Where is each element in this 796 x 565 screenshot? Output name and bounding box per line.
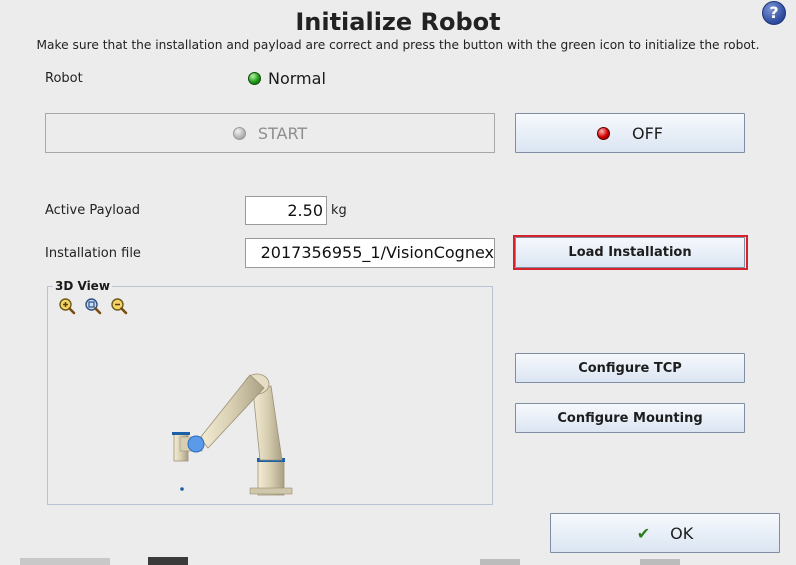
help-button[interactable]: ? xyxy=(762,1,786,25)
off-red-led-icon xyxy=(597,126,610,140)
start-button[interactable]: START xyxy=(45,113,495,153)
zoom-in-icon[interactable] xyxy=(58,297,76,315)
configure-tcp-button[interactable]: Configure TCP xyxy=(515,353,745,383)
status-green-led-icon xyxy=(248,72,261,85)
configure-mounting-button[interactable]: Configure Mounting xyxy=(515,403,745,433)
background-window-edge xyxy=(20,557,680,565)
payload-label: Active Payload xyxy=(45,203,141,218)
page-title: Initialize Robot xyxy=(295,8,501,36)
payload-input[interactable]: 2.50 xyxy=(245,196,327,225)
robot-status-text: Normal xyxy=(268,69,326,88)
ok-button[interactable]: ✔ OK xyxy=(550,513,780,553)
robot-status: Normal xyxy=(248,69,326,88)
payload-unit: kg xyxy=(331,203,347,218)
installation-file-value: 2017356955_1/VisionCognex xyxy=(260,243,494,262)
page-subtitle: Make sure that the installation and payl… xyxy=(36,38,760,52)
zoom-out-icon[interactable] xyxy=(110,297,128,315)
robot-label: Robot xyxy=(45,71,83,86)
load-installation-button[interactable]: Load Installation xyxy=(515,237,745,268)
ok-button-label: OK xyxy=(670,523,694,543)
help-icon: ? xyxy=(769,3,779,22)
zoom-fit-icon[interactable] xyxy=(84,297,102,315)
off-button[interactable]: OFF xyxy=(515,113,745,153)
3d-view-label: 3D View xyxy=(53,279,112,293)
installation-label: Installation file xyxy=(45,246,141,261)
robot-arm-model xyxy=(172,373,293,496)
installation-file-field[interactable]: 2017356955_1/VisionCognex xyxy=(245,238,495,268)
start-gray-led-icon xyxy=(232,126,246,140)
checkmark-icon: ✔ xyxy=(636,523,651,543)
off-button-label: OFF xyxy=(632,123,663,143)
start-button-label: START xyxy=(257,123,308,143)
